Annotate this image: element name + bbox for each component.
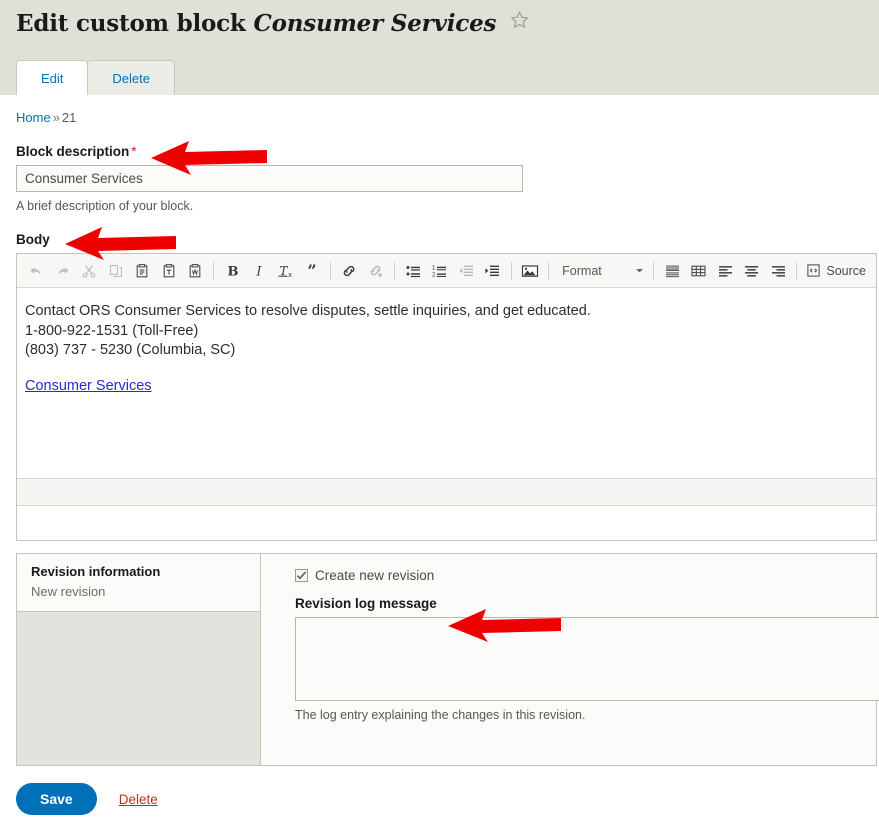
vertical-tab-title: Revision information [31, 564, 161, 579]
revision-log-help: The log entry explaining the changes in … [295, 708, 586, 722]
toolbar-separator [510, 261, 512, 280]
toolbar-separator [796, 261, 798, 280]
numbered-list-icon[interactable]: 1 2 [429, 260, 449, 282]
editor-line-3: (803) 737 - 5230 (Columbia, SC) [25, 342, 236, 358]
editor-content-area[interactable]: Contact ORS Consumer Services to resolve… [17, 288, 876, 478]
required-marker: * [131, 144, 137, 159]
body-editor: B I T x ” 1 2 Format Source Contact ORS … [16, 253, 877, 541]
form-actions: Save Delete [16, 783, 863, 829]
block-description-help: A brief description of your block. [16, 199, 194, 213]
block-description-label-text: Block description [16, 144, 130, 159]
breadcrumb-home-link[interactable]: Home [16, 110, 51, 125]
undo-icon[interactable] [26, 260, 46, 282]
copy-icon[interactable] [105, 260, 125, 282]
breadcrumb: Home» 21 [16, 95, 863, 125]
page-title-entity: Consumer Services [253, 10, 497, 37]
bold-icon[interactable]: B [222, 260, 242, 282]
unlink-icon[interactable] [366, 260, 386, 282]
svg-text:2: 2 [432, 272, 436, 278]
align-right-icon[interactable] [768, 260, 788, 282]
tab-delete[interactable]: Delete [87, 60, 175, 95]
toolbar-separator [653, 261, 655, 280]
source-code-icon [807, 264, 821, 277]
editor-line-1: Contact ORS Consumer Services to resolve… [25, 303, 591, 319]
toolbar-separator [330, 261, 332, 280]
main-content: Home»21 Block description* A brief descr… [0, 95, 879, 829]
breadcrumb-separator: » [52, 110, 60, 125]
table-icon[interactable] [689, 260, 709, 282]
editor-line-2: 1-800-922-1531 (Toll-Free) [25, 322, 199, 339]
block-description-label: Block description * [16, 144, 863, 159]
editor-status-bar [17, 478, 876, 506]
chevron-down-icon [636, 269, 644, 273]
svg-text:”: ” [307, 263, 316, 279]
blockquote-icon[interactable]: ” [302, 260, 322, 282]
revision-information-pane: Create new revision Revision log message… [261, 554, 879, 765]
editor-paragraph-spacer [25, 361, 868, 377]
outdent-icon[interactable] [456, 260, 476, 282]
primary-tabs: Edit Delete [16, 60, 175, 95]
align-center-icon[interactable] [742, 260, 762, 282]
redo-icon[interactable] [52, 260, 72, 282]
tab-edit[interactable]: Edit [16, 60, 89, 95]
page-title: Edit custom block Consumer Services [16, 8, 529, 37]
create-new-revision-row[interactable]: Create new revision [295, 568, 879, 583]
svg-text:I: I [255, 264, 262, 279]
tab-delete-label: Delete [112, 71, 150, 86]
page-title-prefix: Edit custom block [16, 10, 246, 37]
source-button-label: Source [826, 263, 866, 278]
horizontal-rule-icon[interactable] [662, 260, 682, 282]
bulleted-list-icon[interactable] [403, 260, 423, 282]
vertical-tab-summary: New revision [31, 584, 106, 599]
body-label: Body [16, 232, 50, 247]
format-dropdown[interactable]: Format [554, 264, 648, 278]
editor-bottom-area [17, 506, 876, 540]
revision-log-label: Revision log message [295, 596, 437, 611]
vertical-tabs-menu: Revision information New revision [17, 554, 261, 765]
vertical-tab-revision-information[interactable]: Revision information New revision [17, 554, 260, 612]
save-button[interactable]: Save [16, 783, 97, 815]
indent-icon[interactable] [482, 260, 502, 282]
delete-link[interactable]: Delete [119, 792, 158, 807]
create-new-revision-checkbox[interactable] [295, 569, 308, 582]
star-outline-icon[interactable] [510, 8, 529, 35]
paste-word-icon[interactable] [185, 260, 205, 282]
svg-text:B: B [227, 264, 238, 279]
align-left-icon[interactable] [715, 260, 735, 282]
create-new-revision-label: Create new revision [315, 568, 435, 583]
link-icon[interactable] [339, 260, 359, 282]
toolbar-separator [548, 261, 550, 280]
toolbar-separator [394, 261, 395, 280]
svg-text:1: 1 [432, 265, 436, 271]
page-header: Edit custom block Consumer Services Edit… [0, 0, 879, 95]
remove-format-icon[interactable]: T x [275, 260, 295, 282]
italic-icon[interactable]: I [249, 260, 269, 282]
tab-edit-label: Edit [41, 71, 64, 86]
source-button[interactable]: Source [802, 263, 870, 278]
paste-text-icon[interactable] [158, 260, 178, 282]
svg-text:x: x [288, 270, 292, 279]
format-dropdown-label: Format [562, 263, 602, 278]
revision-log-textarea[interactable] [295, 617, 879, 701]
editor-toolbar: B I T x ” 1 2 Format Source [17, 254, 876, 288]
paste-icon[interactable] [132, 260, 152, 282]
checkmark-icon [296, 571, 307, 580]
toolbar-separator [213, 261, 215, 280]
vertical-tabs: Revision information New revision Create… [16, 553, 879, 766]
editor-consumer-services-link[interactable]: Consumer Services [25, 378, 152, 394]
cut-icon[interactable] [79, 260, 99, 282]
image-icon[interactable] [520, 260, 540, 282]
breadcrumb-current: 21 [61, 110, 77, 125]
block-description-input[interactable] [16, 165, 523, 192]
